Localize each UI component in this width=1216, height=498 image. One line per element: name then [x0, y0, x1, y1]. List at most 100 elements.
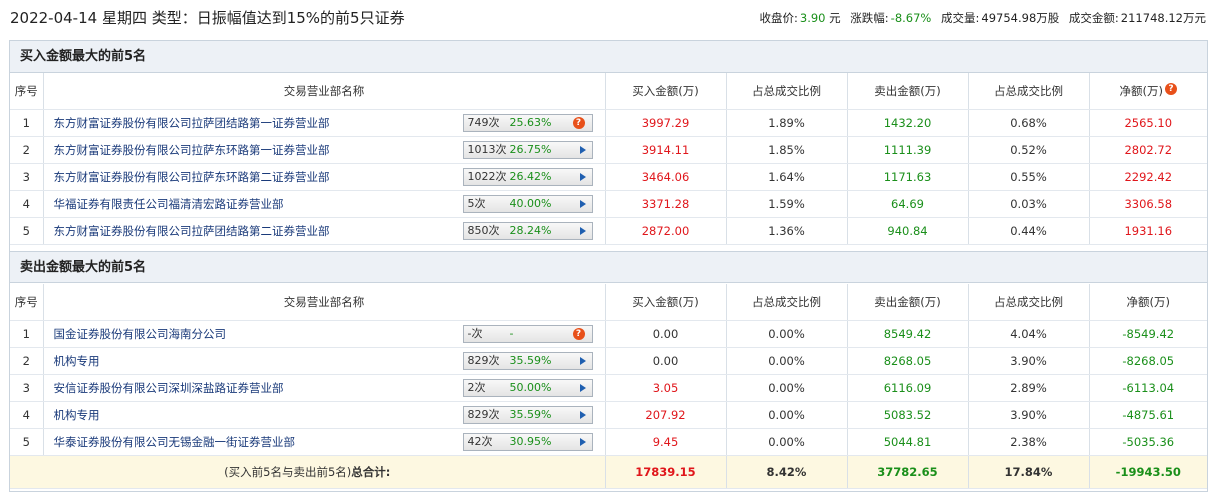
table-row: 2 机构专用 829次 35.59% 0.00 0.00% 8268.05 3.90% -826…	[10, 347, 1207, 375]
branch-name-link[interactable]: 机构专用	[54, 354, 100, 368]
trade-percent: 30.95%	[509, 435, 552, 448]
play-arrow-icon[interactable]	[579, 411, 586, 419]
trade-count: 850次	[467, 224, 500, 237]
table-row: 4 机构专用 829次 35.59% 207.92 0.00% 5083.52 3.90% -4…	[10, 401, 1207, 429]
net-amount: -5035.36	[1089, 428, 1207, 456]
branch-name-cell: 机构专用 829次 35.59%	[43, 347, 606, 375]
branch-name-link[interactable]: 机构专用	[54, 408, 100, 422]
buy-amount: 0.00	[605, 320, 727, 348]
branch-name-link[interactable]: 国金证券股份有限公司海南分公司	[54, 327, 227, 341]
trade-count: 1013次	[467, 143, 507, 156]
branch-stats-badge[interactable]: 2次 50.00%	[462, 379, 593, 397]
play-arrow-icon[interactable]	[579, 173, 586, 181]
branch-stats-badge[interactable]: 42次 30.95%	[462, 433, 593, 451]
buy-section-title: 买入金额最大的前5名	[10, 41, 1207, 73]
col-branch-name: 交易营业部名称	[43, 284, 606, 321]
branch-stats-badge[interactable]: 1013次 26.75%	[462, 141, 593, 159]
sell-ratio: 0.52%	[968, 136, 1090, 164]
buy-amount: 3.05	[605, 374, 727, 402]
net-amount: 2802.72	[1089, 136, 1207, 164]
branch-stats-badge[interactable]: 5次 40.00%	[462, 195, 593, 213]
table-row: 4 华福证券有限责任公司福清清宏路证券营业部 5次 40.00% 3371.28 1.59…	[10, 190, 1207, 218]
branch-name-link[interactable]: 安信证券股份有限公司深圳深盐路证券营业部	[54, 381, 284, 395]
close-price-label: 收盘价:	[759, 11, 798, 25]
sell-ratio: 3.90%	[968, 401, 1090, 429]
help-icon[interactable]: ?	[1164, 83, 1177, 95]
trade-percent: 26.75%	[509, 143, 552, 156]
net-amount: -4875.61	[1089, 401, 1207, 429]
branch-stats-badge[interactable]: 749次 25.63%?	[462, 114, 593, 132]
play-arrow-icon[interactable]	[579, 227, 586, 235]
branch-name-cell: 机构专用 829次 35.59%	[43, 401, 606, 429]
sell-amount: 1111.39	[847, 136, 969, 164]
col-no: 序号	[10, 284, 44, 321]
branch-name-cell: 安信证券股份有限公司深圳深盐路证券营业部 2次 50.00%	[43, 374, 606, 402]
table-row: 1 国金证券股份有限公司海南分公司 -次 -? 0.00 0.00% 8549.42 4.04…	[10, 320, 1207, 348]
buy-amount: 2872.00	[605, 217, 727, 245]
net-amount: 1931.16	[1089, 217, 1207, 245]
volume-label: 成交量:	[941, 11, 980, 25]
sell-amount: 1171.63	[847, 163, 969, 191]
total-sell: 37782.65	[847, 455, 969, 489]
buy-ratio: 0.00%	[726, 320, 848, 348]
trade-percent: 25.63%	[509, 116, 552, 129]
help-icon[interactable]: ?	[572, 328, 585, 340]
sell-amount: 5083.52	[847, 401, 969, 429]
branch-name-link[interactable]: 东方财富证券股份有限公司拉萨团结路第一证券营业部	[54, 116, 330, 130]
branch-stats-badge[interactable]: -次 -?	[462, 325, 593, 343]
branch-name-link[interactable]: 华福证券有限责任公司福清清宏路证券营业部	[54, 197, 284, 211]
branch-stats-badge[interactable]: 829次 35.59%	[462, 406, 593, 424]
trade-percent: 35.59%	[509, 408, 552, 421]
branch-name-cell: 东方财富证券股份有限公司拉萨东环路第一证券营业部 1013次 26.75%	[43, 136, 606, 164]
branch-stats-badge[interactable]: 850次 28.24%	[462, 222, 593, 240]
col-buy-ratio: 占总成交比例	[726, 73, 848, 110]
buy-ratio: 0.00%	[726, 347, 848, 375]
sell-ratio: 3.90%	[968, 347, 1090, 375]
total-buy: 17839.15	[605, 455, 727, 489]
col-net: 净额(万)	[1089, 284, 1207, 321]
stock-stats: 收盘价: 3.90 元 涨跌幅: -8.67% 成交量: 49754.98万股 成交金…	[760, 10, 1207, 26]
total-row: (买入前5名与卖出前5名)总合计: 17839.15 8.42% 37782.6…	[10, 455, 1207, 489]
trade-percent: 50.00%	[509, 381, 552, 394]
sell-ratio: 0.55%	[968, 163, 1090, 191]
row-no: 2	[10, 347, 44, 375]
total-label: (买入前5名与卖出前5名)总合计:	[10, 455, 606, 489]
sell-amount: 1432.20	[847, 109, 969, 137]
sell-table-header: 序号 交易营业部名称 买入金额(万) 占总成交比例 卖出金额(万) 占总成交比例…	[10, 284, 1207, 321]
buy-amount: 3997.29	[605, 109, 727, 137]
help-icon[interactable]: ?	[572, 117, 585, 129]
branch-name-link[interactable]: 华泰证券股份有限公司无锡金融一街证券营业部	[54, 435, 296, 449]
branch-stats-badge[interactable]: 829次 35.59%	[462, 352, 593, 370]
branch-stats-badge[interactable]: 1022次 26.42%	[462, 168, 593, 186]
buy-ratio: 1.64%	[726, 163, 848, 191]
col-net: 净额(万)?	[1089, 73, 1207, 110]
sell-ratio: 2.89%	[968, 374, 1090, 402]
play-arrow-icon[interactable]	[579, 200, 586, 208]
sell-ratio: 0.03%	[968, 190, 1090, 218]
branch-name-link[interactable]: 东方财富证券股份有限公司拉萨东环路第一证券营业部	[54, 143, 330, 157]
table-row: 5 华泰证券股份有限公司无锡金融一街证券营业部 42次 30.95% 9.45 0.00%…	[10, 428, 1207, 456]
play-arrow-icon[interactable]	[579, 438, 586, 446]
row-no: 1	[10, 109, 44, 137]
buy-amount: 0.00	[605, 347, 727, 375]
play-arrow-icon[interactable]	[579, 357, 586, 365]
branch-name-cell: 东方财富证券股份有限公司拉萨团结路第二证券营业部 850次 28.24%	[43, 217, 606, 245]
branch-name-link[interactable]: 东方财富证券股份有限公司拉萨东环路第二证券营业部	[54, 170, 330, 184]
sell-amount: 6116.09	[847, 374, 969, 402]
branch-name-link[interactable]: 东方财富证券股份有限公司拉萨团结路第二证券营业部	[54, 224, 330, 238]
trade-percent: 26.42%	[509, 170, 552, 183]
change-value: -8.67%	[890, 11, 932, 25]
sell-amount: 940.84	[847, 217, 969, 245]
trade-percent: -	[509, 327, 514, 340]
play-arrow-icon[interactable]	[579, 384, 586, 392]
sell-ratio: 2.38%	[968, 428, 1090, 456]
play-arrow-icon[interactable]	[579, 146, 586, 154]
buy-amount: 3464.06	[605, 163, 727, 191]
trade-percent: 40.00%	[509, 197, 552, 210]
table-row: 3 东方财富证券股份有限公司拉萨东环路第二证券营业部 1022次 26.42% 3464…	[10, 163, 1207, 191]
sell-amount: 8268.05	[847, 347, 969, 375]
sell-section-title: 卖出金额最大的前5名	[10, 251, 1207, 283]
row-no: 5	[10, 217, 44, 245]
buy-table: 序号 交易营业部名称 买入金额(万) 占总成交比例 卖出金额(万) 占总成交比例…	[10, 73, 1207, 245]
buy-ratio: 0.00%	[726, 428, 848, 456]
